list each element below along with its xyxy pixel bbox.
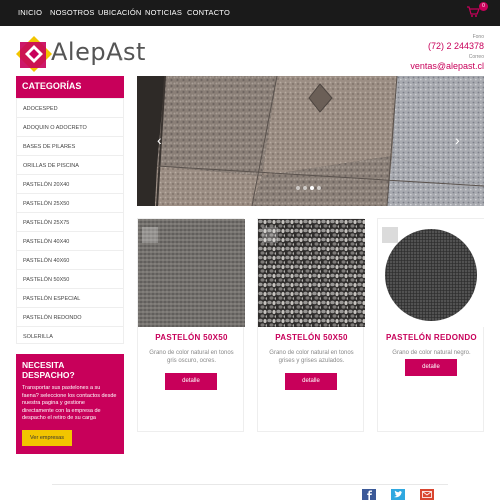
category-item-pastelon-50x50[interactable]: PASTELÓN 50X50 <box>17 270 123 289</box>
top-navbar: INICIO NOSOTROS UBICACIÓN NOTICIAS CONTA… <box>0 0 500 26</box>
product-desc-3: Grano de color natural negro. <box>392 350 471 356</box>
category-item-solerilla[interactable]: SOLERILLA <box>17 327 123 346</box>
nav-noticias[interactable]: NOTICIAS <box>145 8 182 17</box>
product-card-2: PASTELÓN 50X50 Grano de color natural en… <box>257 218 365 432</box>
product-detail-button-1[interactable]: detalle <box>165 373 217 390</box>
slider-dot-2[interactable] <box>303 186 307 190</box>
categories-header: CATEGORÍAS <box>16 76 124 98</box>
product-title-3[interactable]: PASTELÓN REDONDO <box>378 333 485 342</box>
slider-dot-4[interactable] <box>317 186 321 190</box>
product-title-1[interactable]: PASTELÓN 50X50 <box>138 333 245 342</box>
product-title-2[interactable]: PASTELÓN 50X50 <box>258 333 365 342</box>
category-item-pastelon-25x75[interactable]: PASTELÓN 25X75 <box>17 213 123 232</box>
nav-nosotros[interactable]: NOSOTROS <box>50 8 95 17</box>
product-card-1: PASTELÓN 50X50 Grano de color natural en… <box>137 218 245 432</box>
product-desc-1: Grano de color natural en tonos gris osc… <box>149 350 234 364</box>
product-detail-button-2[interactable]: detalle <box>285 373 337 390</box>
email-label: Correo <box>468 54 484 60</box>
category-item-pastelon-40x60[interactable]: PASTELÓN 40X60 <box>17 251 123 270</box>
category-item-pastelon-20x40[interactable]: PASTELÓN 20X40 <box>17 175 123 194</box>
nav-ubicacion[interactable]: UBICACIÓN <box>98 8 141 17</box>
brand-name[interactable]: AlepAst <box>51 38 146 66</box>
category-item-bases-pilares[interactable]: BASES DE PILARES <box>17 137 123 156</box>
email-link[interactable]: ventas@alepast.cl <box>410 61 484 71</box>
brand-logo-mark[interactable] <box>16 36 52 72</box>
email-icon[interactable] <box>420 489 434 500</box>
slider-next-arrow[interactable]: › <box>455 132 460 148</box>
phone-label: Fono <box>472 34 484 40</box>
footer-divider <box>52 484 448 485</box>
product-detail-button-3[interactable]: detalle <box>405 359 457 376</box>
category-item-pastelon-25x50[interactable]: PASTELÓN 25X50 <box>17 194 123 213</box>
view-companies-button[interactable]: Ver empresas <box>22 430 72 446</box>
product-desc-2: Grano de color natural en tonos grises y… <box>269 350 354 364</box>
category-item-adocesped[interactable]: ADOCESPED <box>17 99 123 118</box>
shipping-promo-title: NECESITA DESPACHO? <box>22 360 75 380</box>
slider-prev-arrow[interactable]: ‹ <box>157 132 162 148</box>
cart-icon[interactable] <box>466 5 480 18</box>
slider-dot-1[interactable] <box>296 186 300 190</box>
header-contact: Fono (72) 2 244378 Correo ventas@alepast… <box>410 34 484 71</box>
slider-dot-3[interactable] <box>310 186 314 190</box>
product-image-1[interactable] <box>138 219 245 327</box>
phone-number: (72) 2 244378 <box>427 41 484 51</box>
cart-count-badge: 0 <box>479 2 488 11</box>
product-card-3: PASTELÓN REDONDO Grano de color natural … <box>377 218 485 432</box>
shipping-promo-text: Transportar sus pastelones a su faena? s… <box>22 385 117 421</box>
twitter-icon[interactable] <box>391 489 405 500</box>
categories-list: ADOCESPED ADOQUIN O ADOCRETO BASES DE PI… <box>16 98 124 344</box>
facebook-icon[interactable] <box>362 489 376 500</box>
category-item-adoquin[interactable]: ADOQUIN O ADOCRETO <box>17 118 123 137</box>
product-image-3[interactable] <box>378 219 485 327</box>
nav-contacto[interactable]: CONTACTO <box>187 8 230 17</box>
category-item-pastelon-40x40[interactable]: PASTELÓN 40X40 <box>17 232 123 251</box>
category-item-pastelon-especial[interactable]: PASTELÓN ESPECIAL <box>17 289 123 308</box>
category-item-pastelon-redondo[interactable]: PASTELÓN REDONDO <box>17 308 123 327</box>
shipping-promo-box: NECESITA DESPACHO? Transportar sus paste… <box>16 354 124 454</box>
product-image-2[interactable] <box>258 219 365 327</box>
brand-registered-mark: ® <box>119 57 123 63</box>
nav-inicio[interactable]: INICIO <box>18 8 42 17</box>
category-item-orillas-piscina[interactable]: ORILLAS DE PISCINA <box>17 156 123 175</box>
